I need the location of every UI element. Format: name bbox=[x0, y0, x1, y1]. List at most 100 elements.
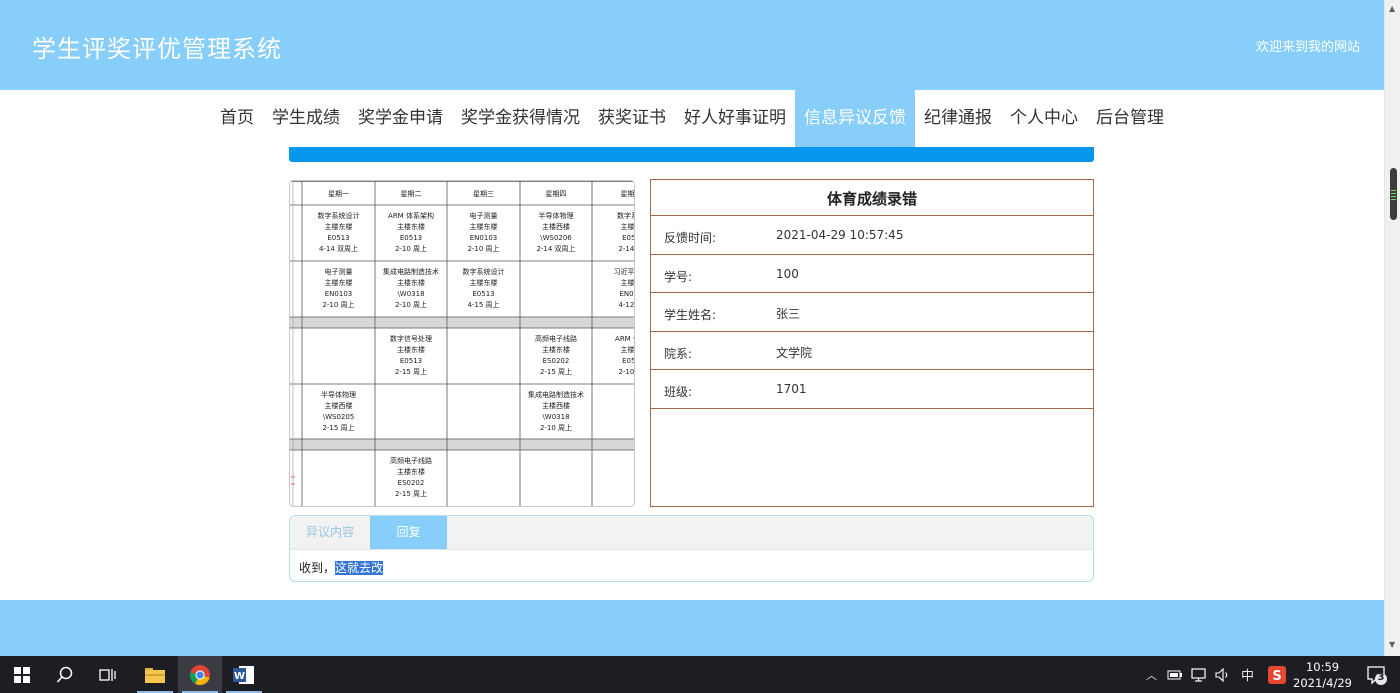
header: 学生评奖评优管理系统 欢迎来到我的网站 bbox=[0, 0, 1384, 90]
reply-content: 收到，这就去改 bbox=[290, 550, 1093, 581]
scroll-thumb[interactable] bbox=[1390, 168, 1397, 220]
timetable-cell-text: 习近平重要 bbox=[614, 267, 636, 276]
svg-text:S: S bbox=[1272, 669, 1281, 684]
timetable-cell-text: 主楼东 bbox=[621, 278, 636, 287]
timetable-header: 星期三 bbox=[473, 190, 494, 198]
ime-indicator[interactable]: 中 bbox=[1241, 665, 1254, 684]
system-clock[interactable]: 10:59 2021/4/29 bbox=[1293, 659, 1352, 691]
scroll-up-icon[interactable]: ▲ bbox=[1389, 4, 1395, 13]
battery-icon[interactable] bbox=[1167, 669, 1183, 681]
timetable-cell-text: 2-10 周上 bbox=[395, 244, 427, 253]
file-explorer-button[interactable] bbox=[133, 656, 177, 693]
page-scrollbar[interactable]: ▲ ▼ bbox=[1384, 0, 1400, 656]
timetable-cell-text: 主楼东楼 bbox=[397, 467, 425, 476]
timetable-cell-text: 数字信号处理 bbox=[390, 334, 432, 343]
feedback-title: 体育成绩录错 bbox=[651, 180, 1093, 216]
timetable-cell-text: 主楼东楼 bbox=[470, 222, 498, 231]
volume-icon[interactable] bbox=[1215, 667, 1231, 682]
timetable-gap-row bbox=[290, 439, 634, 450]
nav-item-scholarship-apply[interactable]: 奖学金申请 bbox=[349, 90, 452, 147]
timetable-cell-text: \W0318 bbox=[397, 290, 424, 298]
reply-selected-text: 这就去改 bbox=[335, 561, 384, 575]
feedback-time-label: 反馈时间: bbox=[664, 231, 717, 245]
department-row: 院系: 文学院 bbox=[651, 332, 1093, 370]
folder-icon bbox=[145, 667, 165, 683]
accent-bar bbox=[289, 147, 1094, 162]
timetable-image: 星期一星期二星期三星期四星期五数字系统设计主楼东楼E05134-14 双周上AR… bbox=[290, 181, 636, 506]
student-id-row: 学号: 100 bbox=[651, 255, 1093, 293]
clock-date: 2021/4/29 bbox=[1293, 676, 1352, 690]
reply-text: 收到， bbox=[299, 561, 336, 575]
timetable-cell-text: 4-15 周上 bbox=[467, 300, 499, 309]
nav-item-discipline[interactable]: 纪律通报 bbox=[915, 90, 1001, 147]
nav-item-grades[interactable]: 学生成绩 bbox=[263, 90, 349, 147]
timetable-cell-text: 2-15 周上 bbox=[395, 489, 427, 498]
timetable-cell-text: 主楼西楼 bbox=[542, 401, 570, 410]
timetable-cell-text: 主楼东 bbox=[621, 222, 636, 231]
timetable-cell-text: 2-15 周上 bbox=[395, 367, 427, 376]
task-view-icon bbox=[99, 668, 116, 681]
grip-line bbox=[1391, 190, 1396, 191]
timetable-cell-text: 2-14 双周上 bbox=[536, 244, 575, 253]
windows-taskbar: W ︿ 中 S 10:59 2021/4/29 3 bbox=[0, 656, 1400, 693]
timetable-cell-text: 4-12 周 bbox=[618, 301, 635, 309]
sogou-ime-icon[interactable]: S bbox=[1268, 665, 1287, 684]
nav-item-scholarship-results[interactable]: 奖学金获得情况 bbox=[452, 90, 589, 147]
search-button[interactable] bbox=[43, 656, 87, 693]
nav-item-admin[interactable]: 后台管理 bbox=[1087, 90, 1173, 147]
timetable-cell-text: 主楼东楼 bbox=[397, 222, 425, 231]
word-button[interactable]: W bbox=[222, 656, 266, 693]
class-label: 班级: bbox=[664, 385, 693, 399]
timetable-cell-text: 数字系统 bbox=[617, 211, 635, 220]
tab-objection-content[interactable]: 异议内容 bbox=[290, 516, 370, 549]
timetable-cell-text: 2-10 周 bbox=[618, 368, 635, 376]
chrome-button[interactable] bbox=[178, 656, 222, 693]
scroll-down-icon[interactable]: ▼ bbox=[1389, 640, 1395, 649]
notification-count: 3 bbox=[1377, 672, 1385, 683]
nav-item-certificates[interactable]: 获奖证书 bbox=[589, 90, 675, 147]
department-label: 院系: bbox=[664, 346, 693, 361]
timetable-cell-text: 主楼东 bbox=[621, 345, 636, 354]
nav-item-feedback[interactable]: 信息异议反馈 bbox=[795, 90, 915, 147]
timetable-cell-text: EN030 bbox=[619, 290, 635, 298]
evidence-image: 星期一星期二星期三星期四星期五数字系统设计主楼东楼E05134-14 双周上AR… bbox=[289, 180, 635, 507]
timetable-cell-text: \WS0205 bbox=[323, 413, 355, 421]
tab-reply[interactable]: 回复 bbox=[370, 516, 447, 549]
start-button[interactable] bbox=[0, 656, 44, 693]
timetable-cell-text: 主楼东楼 bbox=[470, 278, 498, 287]
nav-item-profile[interactable]: 个人中心 bbox=[1001, 90, 1087, 147]
feedback-detail-panel: 体育成绩录错 反馈时间: 2021-04-29 10:57:45 学号: 100… bbox=[650, 179, 1094, 507]
student-name-value: 张三 bbox=[776, 307, 801, 321]
site-title[interactable]: 学生评奖评优管理系统 bbox=[32, 29, 282, 64]
system-tray: ︿ 中 S bbox=[1146, 656, 1287, 693]
feedback-tabs: 异议内容 回复 收到，这就去改 bbox=[289, 515, 1094, 582]
timetable-header: 星期二 bbox=[401, 190, 422, 198]
nav-item-good-deeds[interactable]: 好人好事证明 bbox=[675, 90, 795, 147]
timetable-gap-row bbox=[290, 317, 634, 328]
search-icon bbox=[56, 666, 73, 683]
timetable-header: 星期一 bbox=[328, 190, 349, 198]
footer bbox=[0, 600, 1384, 656]
nav-item-home[interactable]: 首页 bbox=[211, 90, 263, 147]
timetable-header: 星期四 bbox=[546, 190, 567, 198]
windows-logo-icon bbox=[14, 666, 30, 683]
timetable-cell-text: ES0202 bbox=[543, 357, 570, 365]
network-icon[interactable] bbox=[1191, 667, 1207, 682]
notification-center-button[interactable]: 3 bbox=[1366, 664, 1388, 690]
tray-expand-icon[interactable]: ︿ bbox=[1146, 667, 1157, 683]
timetable-cell-text: 主楼东楼 bbox=[397, 278, 425, 287]
timetable-cell-text: 半导体物理 bbox=[539, 211, 574, 220]
timetable-cell-text: 主楼东楼 bbox=[397, 345, 425, 354]
clock-time: 10:59 bbox=[1305, 660, 1340, 674]
timetable-cell-text: ES0202 bbox=[398, 479, 425, 487]
timetable-cell-text: 高频电子线路 bbox=[535, 334, 577, 343]
task-view-button[interactable] bbox=[86, 656, 130, 693]
timetable-cell-text: 4-14 双周上 bbox=[319, 244, 358, 253]
timetable-cell-text: E0513 bbox=[400, 234, 422, 242]
feedback-time-row: 反馈时间: 2021-04-29 10:57:45 bbox=[651, 216, 1093, 255]
timetable-cell-text: E0513 bbox=[400, 357, 422, 365]
tab-bar: 异议内容 回复 bbox=[290, 516, 1093, 550]
student-id-label: 学号: bbox=[664, 269, 693, 284]
timetable-cell-text: E0513 bbox=[472, 290, 494, 298]
timetable-cell-text: E0513 bbox=[327, 234, 349, 242]
